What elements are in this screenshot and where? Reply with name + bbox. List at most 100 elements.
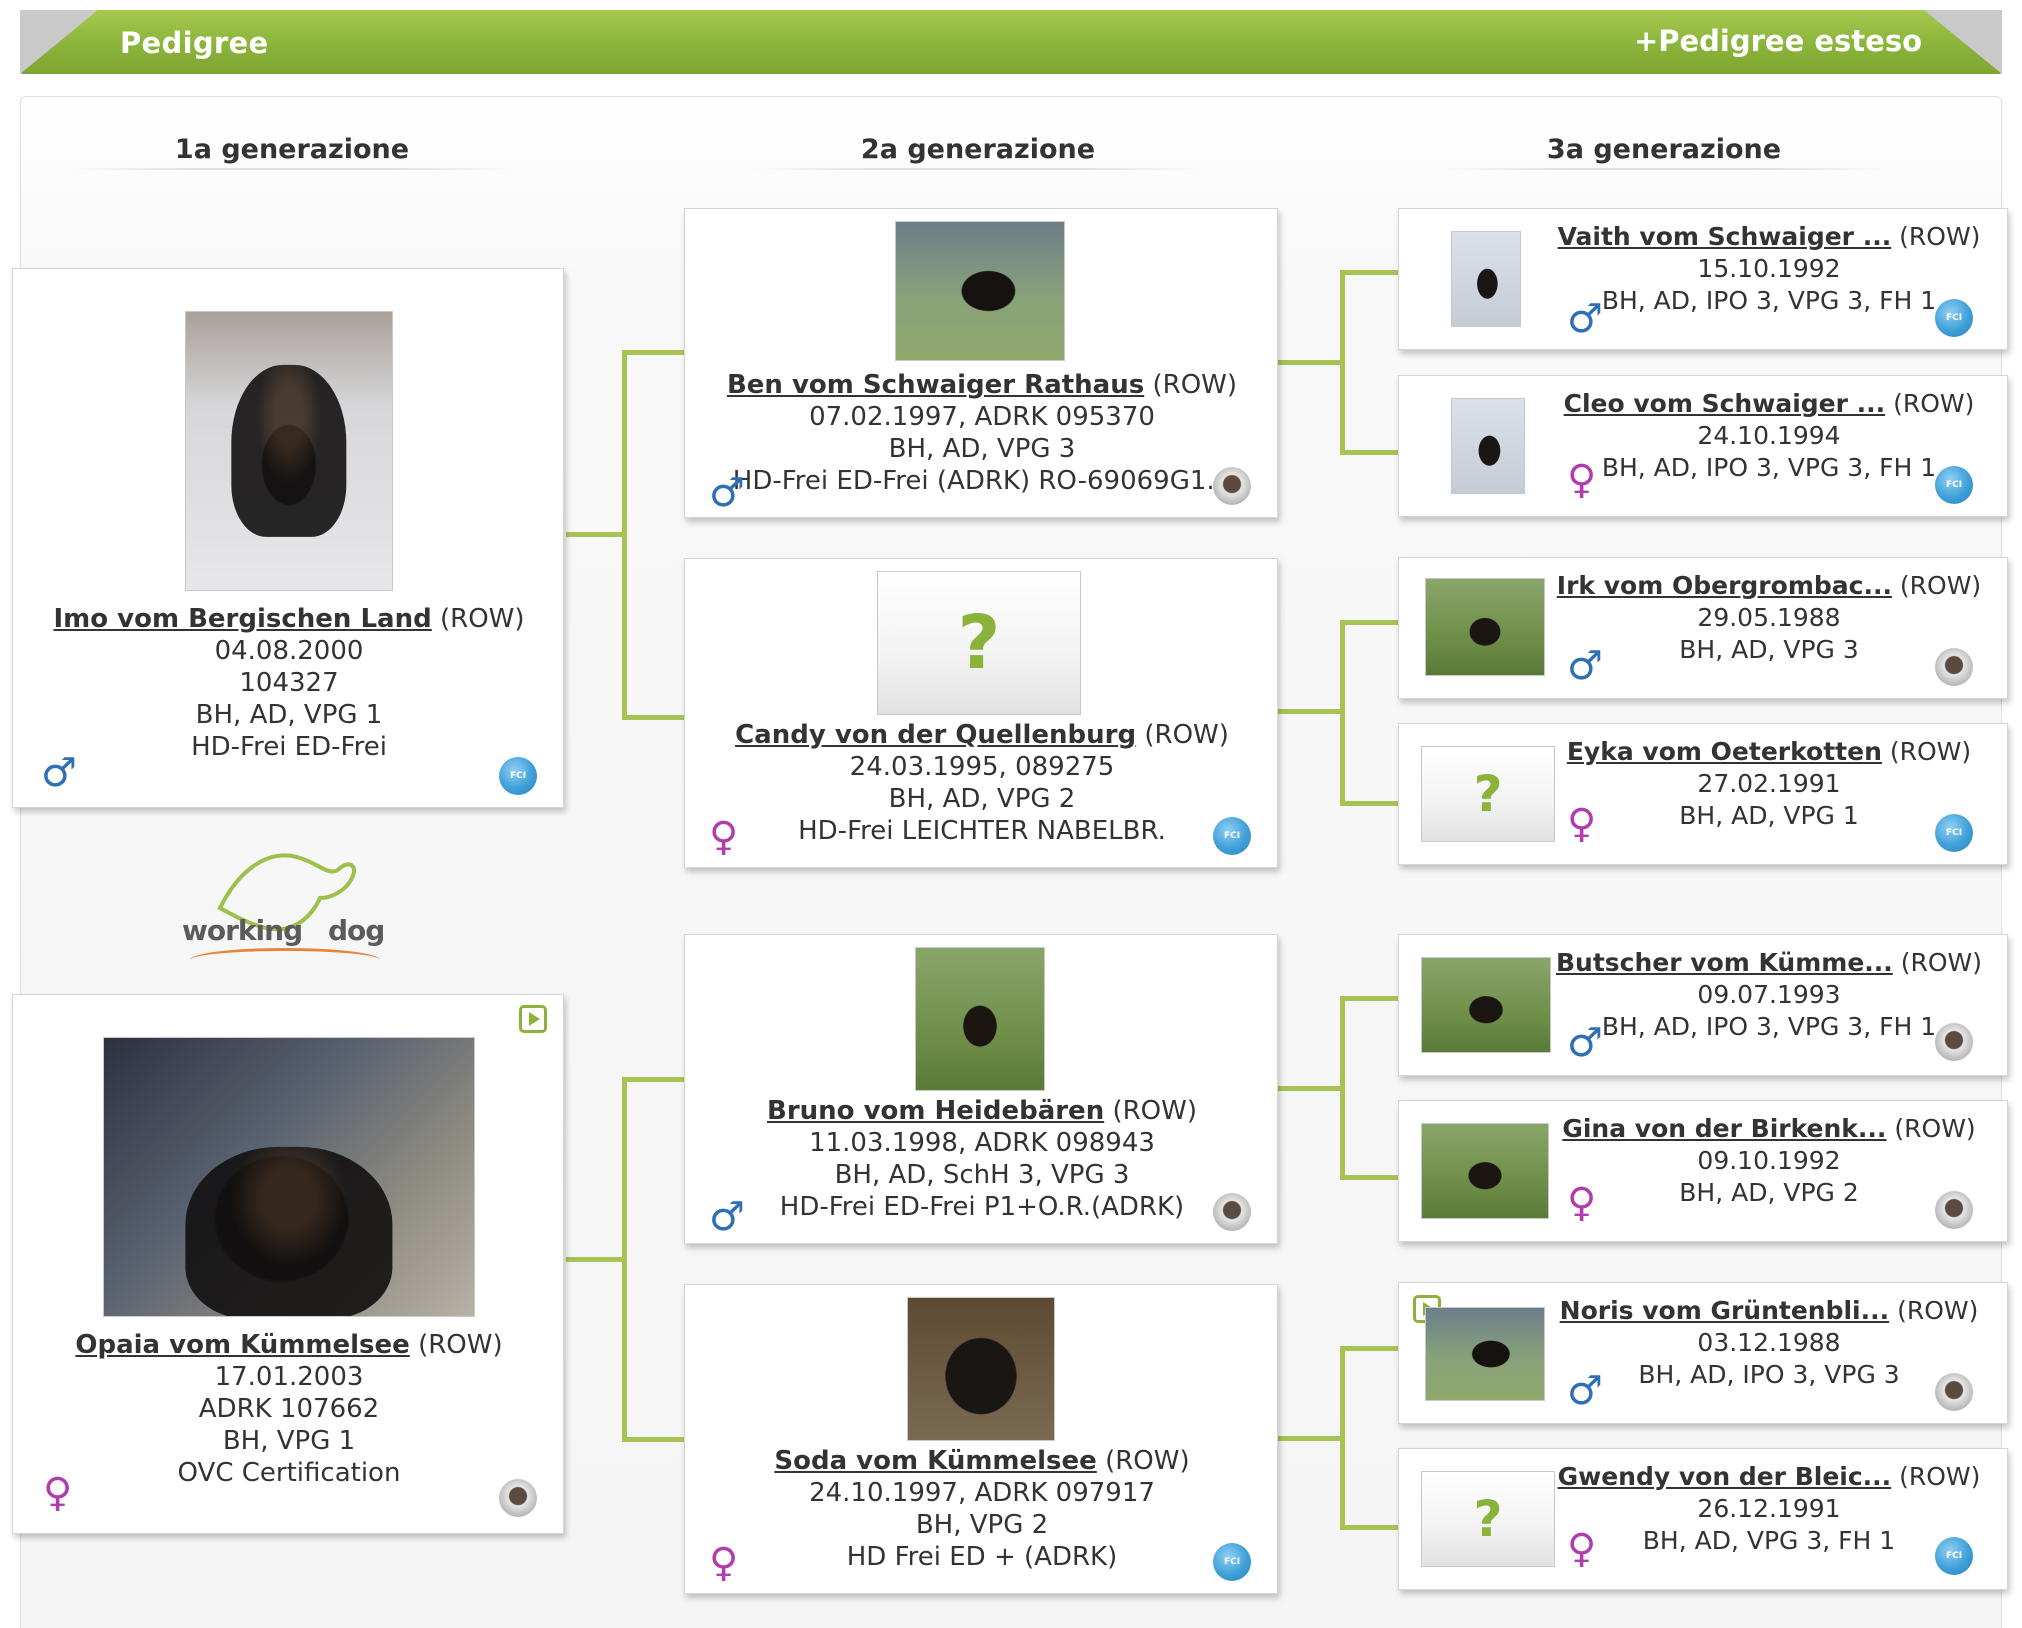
connector-line (1278, 709, 1342, 714)
gen3-card: ? Eyka vom Oeterkotten (ROW) 27.02.1991 … (1398, 723, 2008, 865)
dog-name-link[interactable]: Butscher vom Kümme... (1556, 948, 1893, 977)
dog-info-line: 24.10.1994 (1697, 421, 1841, 450)
dog-info-line: 03.12.1988 (1697, 1328, 1841, 1357)
gen3-divider (1434, 168, 1894, 170)
dog-info-line: 09.10.1992 (1697, 1146, 1841, 1175)
connector-line (1340, 270, 1398, 275)
female-icon: ♀ (43, 1470, 73, 1516)
dog-photo[interactable] (1425, 578, 1545, 676)
seal-badge-icon (499, 1479, 537, 1517)
connector-line (1340, 996, 1398, 1001)
connector-line (1278, 1086, 1342, 1091)
no-photo-placeholder-icon[interactable]: ? (877, 571, 1081, 715)
dog-photo[interactable] (1425, 1307, 1545, 1401)
connector-line (622, 350, 627, 720)
female-icon: ♀ (1567, 801, 1597, 847)
gen3-title: 3a generazione (1546, 134, 1782, 165)
male-icon: ♂ (709, 1194, 745, 1240)
dog-name-link[interactable]: Vaith vom Schwaiger ... (1558, 222, 1892, 251)
dog-info-line: 24.03.1995, 089275 (849, 752, 1115, 782)
dog-info-line: HD-Frei ED-Frei P1+O.R.(ADRK) (779, 1192, 1185, 1222)
extended-pedigree-link[interactable]: +Pedigree esteso (1634, 24, 1922, 58)
female-icon: ♀ (1567, 1180, 1597, 1226)
connector-line (1340, 801, 1398, 806)
dog-info-line: 29.05.1988 (1697, 603, 1841, 632)
dog-name-link[interactable]: Ben vom Schwaiger Rathaus (727, 370, 1144, 400)
dog-info-line: BH, AD, VPG 1 (195, 700, 383, 730)
dog-name-link[interactable]: Noris vom Grüntenbli... (1560, 1296, 1889, 1325)
gen3-card: Butscher vom Kümme... (ROW) 09.07.1993 B… (1398, 934, 2008, 1076)
header-corner-left (20, 10, 98, 74)
gen2-card: ? Candy von der Quellenburg (ROW) 24.03.… (684, 558, 1278, 868)
fci-badge-icon: FCI (1935, 466, 1973, 504)
female-icon: ♀ (709, 1540, 739, 1586)
female-icon: ♀ (709, 814, 739, 860)
gen1-card-dam: Opaia vom Kümmelsee (ROW) 17.01.2003 ADR… (12, 994, 564, 1534)
male-icon: ♂ (1567, 296, 1603, 342)
header-corner-right (1924, 10, 2002, 74)
connector-line (1278, 1436, 1342, 1441)
dog-info-line: 104327 (239, 668, 339, 698)
female-icon: ♀ (1567, 1526, 1597, 1572)
dog-photo[interactable] (1451, 398, 1525, 494)
dog-name-link[interactable]: Gwendy von der Bleic... (1558, 1462, 1892, 1491)
gen3-card: Gina von der Birkenk... (ROW) 09.10.1992… (1398, 1100, 2008, 1242)
gen2-card: Ben vom Schwaiger Rathaus (ROW) 07.02.19… (684, 208, 1278, 518)
seal-badge-icon (1935, 1373, 1973, 1411)
dog-info-line: 27.02.1991 (1697, 769, 1841, 798)
dog-photo[interactable] (915, 947, 1045, 1091)
connector-line (566, 532, 626, 537)
gen3-card: ? Gwendy von der Bleic... (ROW) 26.12.19… (1398, 1448, 2008, 1590)
dog-name-link[interactable]: Opaia vom Kümmelsee (75, 1330, 409, 1360)
dog-name-link[interactable]: Bruno vom Heidebären (767, 1096, 1104, 1126)
dog-info-line: BH, AD, SchH 3, VPG 3 (834, 1160, 1130, 1190)
gen1-card-sire: Imo vom Bergischen Land (ROW) 04.08.2000… (12, 268, 564, 808)
dog-name-link[interactable]: Cleo vom Schwaiger ... (1564, 389, 1886, 418)
connector-line (1340, 1346, 1345, 1530)
dog-info-line: BH, AD, VPG 2 (888, 784, 1076, 814)
gen2-title: 2a generazione (860, 134, 1096, 165)
gen1-title: 1a generazione (174, 134, 410, 165)
dog-name-link[interactable]: Eyka vom Oeterkotten (1567, 737, 1882, 766)
logo-word-dog: dog (328, 914, 385, 947)
gen3-card: Noris vom Grüntenbli... (ROW) 03.12.1988… (1398, 1282, 2008, 1424)
dog-photo[interactable] (185, 311, 393, 591)
dog-info-line: 15.10.1992 (1697, 254, 1841, 283)
dog-info-line: BH, AD, VPG 3 (888, 434, 1076, 464)
male-icon: ♂ (1567, 1368, 1603, 1414)
dog-info-line: HD-Frei LEICHTER NABELBR. (798, 816, 1166, 846)
fci-badge-icon: FCI (1213, 817, 1251, 855)
dog-info-line: 11.03.1998, ADRK 098943 (809, 1128, 1155, 1158)
connector-line (622, 350, 684, 355)
dog-info-line: HD-Frei ED-Frei (ADRK) RO-69069G1... (732, 466, 1232, 496)
working-dog-logo: working dog (180, 838, 390, 978)
gen3-card: Irk vom Obergrombac... (ROW) 29.05.1988 … (1398, 557, 2008, 699)
dog-name-link[interactable]: Irk vom Obergrombac... (1557, 571, 1892, 600)
dog-photo[interactable] (907, 1297, 1055, 1441)
male-icon: ♂ (1567, 1020, 1603, 1066)
connector-line (566, 1257, 626, 1262)
fci-badge-icon: FCI (1935, 1537, 1973, 1575)
fci-badge-icon: FCI (1935, 299, 1973, 337)
fci-badge-icon: FCI (1213, 1543, 1251, 1581)
fci-badge-icon: FCI (1935, 814, 1973, 852)
play-video-icon[interactable] (519, 1005, 547, 1033)
dog-photo[interactable] (1451, 231, 1521, 327)
dog-name-link[interactable]: Gina von der Birkenk... (1562, 1114, 1886, 1143)
gen3-card: Vaith vom Schwaiger ... (ROW) 15.10.1992… (1398, 208, 2008, 350)
logo-arc (190, 948, 380, 972)
connector-line (1340, 1346, 1398, 1351)
dog-info-line: ADRK 107662 (198, 1394, 380, 1424)
dog-photo[interactable] (103, 1037, 475, 1317)
dog-info-line: HD Frei ED + (ADRK) (846, 1542, 1118, 1572)
connector-line (622, 1437, 684, 1442)
dog-name-link[interactable]: Candy von der Quellenburg (735, 720, 1136, 750)
dog-name-link[interactable]: Soda vom Kümmelsee (774, 1446, 1096, 1476)
dog-info-line: OVC Certification (177, 1458, 401, 1488)
dog-photo[interactable] (895, 221, 1065, 361)
dog-name-link[interactable]: Imo vom Bergischen Land (53, 604, 431, 634)
connector-line (622, 1077, 627, 1442)
connector-line (1340, 450, 1398, 455)
gen2-card: Bruno vom Heidebären (ROW) 11.03.1998, A… (684, 934, 1278, 1244)
dog-info-line: 24.10.1997, ADRK 097917 (809, 1478, 1155, 1508)
